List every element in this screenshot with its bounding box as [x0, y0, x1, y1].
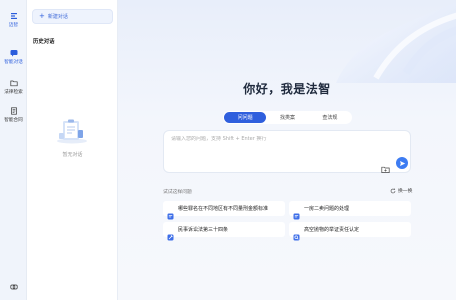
- main-panel: 你好，我是法智 问问题 找类案 查法规 试试这样问题 换一换 哪些罪名在不同地区…: [118, 0, 456, 300]
- rail-label-home: 迈智: [8, 23, 19, 28]
- empty-history-text: 暂无对话: [62, 152, 83, 158]
- search-doc-icon: [293, 226, 300, 241]
- history-title: 历史对话: [33, 39, 55, 45]
- tab-ask[interactable]: 问问题: [224, 112, 267, 123]
- suggestion-card[interactable]: 民事诉讼法第三十四条: [163, 222, 285, 241]
- rail-item-legal-search[interactable]: 法律检索: [0, 78, 27, 95]
- send-button[interactable]: [396, 157, 408, 169]
- attach-folder-icon[interactable]: [381, 159, 390, 173]
- gavel-icon: [167, 226, 174, 241]
- rail-item-contract[interactable]: 智能合同: [0, 106, 27, 123]
- rail-label-chat: 智能对话: [4, 60, 23, 65]
- tab-search-laws[interactable]: 查法规: [309, 112, 351, 123]
- suggestion-card[interactable]: 一房二卖问题的处理: [289, 201, 411, 220]
- plus-icon: +: [39, 12, 45, 20]
- rail-label-contract: 智能合同: [4, 118, 23, 123]
- question-icon: [167, 205, 174, 220]
- question-input[interactable]: [171, 136, 371, 142]
- menu-icon: [9, 11, 18, 20]
- link-icon: [9, 282, 18, 291]
- rail-item-bottom-link[interactable]: [0, 282, 27, 291]
- question-box: [163, 130, 411, 173]
- refresh-label: 换一换: [398, 189, 413, 194]
- suggestion-card[interactable]: 高空抛物的举证责任认定: [289, 222, 411, 241]
- mode-tabs: 问问题 找类案 查法规: [223, 111, 352, 124]
- decorative-wave-graphic: [336, 2, 456, 83]
- suggestion-text: 高空抛物的举证责任认定: [304, 227, 360, 233]
- suggestion-text: 一房二卖问题的处理: [304, 206, 350, 212]
- question-icon: [293, 205, 300, 220]
- left-rail: 迈智 智能对话 法律检索 智能合同: [0, 0, 27, 300]
- refresh-button[interactable]: 换一换: [390, 187, 412, 194]
- chat-icon: [9, 48, 18, 57]
- refresh-icon: [390, 187, 396, 193]
- greeting-title: 你好，我是法智: [243, 82, 331, 96]
- tab-find-cases[interactable]: 找类案: [266, 112, 308, 123]
- history-panel: + 新建对话 历史对话 暂无对话: [27, 0, 118, 300]
- rail-item-chat[interactable]: 智能对话: [0, 48, 27, 65]
- new-chat-label: 新建对话: [47, 14, 68, 20]
- recommend-title: 试试这样问题: [163, 190, 192, 195]
- rail-item-home[interactable]: 迈智: [0, 11, 27, 28]
- folder-icon: [9, 78, 18, 87]
- suggestion-text: 哪些罪名在不同地区有不同量刑金额标准: [178, 206, 269, 212]
- send-icon: [399, 160, 405, 166]
- suggestion-card[interactable]: 哪些罪名在不同地区有不同量刑金额标准: [163, 201, 285, 220]
- contract-icon: [9, 106, 18, 115]
- new-chat-button[interactable]: + 新建对话: [32, 9, 113, 24]
- empty-clipboard-icon: [55, 116, 89, 144]
- rail-label-legal-search: 法律检索: [4, 90, 23, 95]
- suggestion-text: 民事诉讼法第三十四条: [178, 227, 229, 233]
